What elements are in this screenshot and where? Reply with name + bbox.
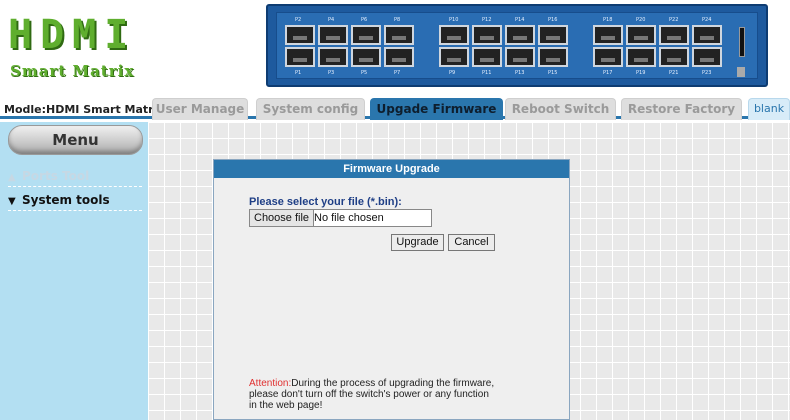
switch-port-p12: [472, 25, 502, 45]
triangle-down-icon: ▼: [8, 196, 16, 207]
sidebar-item-label: Ports Tool: [22, 169, 90, 183]
file-select-label: Please select your file (*.bin):: [249, 196, 402, 208]
switch-port-label: P7: [394, 70, 401, 76]
switch-port-p22: [659, 25, 689, 45]
file-input[interactable]: Choose file No file chosen: [249, 209, 432, 227]
switch-port-p13: [505, 47, 535, 67]
sidebar-item-label: System tools: [22, 193, 110, 207]
switch-port-label: P5: [361, 70, 368, 76]
switch-port-label: P14: [515, 17, 525, 23]
switch-port-label: P21: [669, 70, 679, 76]
logo: HDMI Smart Matrix: [0, 0, 152, 92]
switch-port-p19: [626, 47, 656, 67]
switch-port-label: P23: [702, 70, 712, 76]
switch-port-p15: [538, 47, 568, 67]
switch-port-p23: [692, 47, 722, 67]
tab-system-config[interactable]: System config: [256, 98, 365, 120]
switch-port-label: P10: [449, 17, 459, 23]
switch-panel-image: P2 P1 P4 P3 P6 P5 P8 P7 P10 P9 P12 P11 P14 P13 P16 P15 P…: [266, 4, 768, 87]
tab-reboot-switch[interactable]: Reboot Switch: [505, 98, 616, 120]
switch-port-label: P17: [603, 70, 613, 76]
switch-port-p8: [384, 25, 414, 45]
firmware-upgrade-dialog: Firmware Upgrade Please select your file…: [213, 159, 570, 420]
switch-port-label: P3: [328, 70, 335, 76]
switch-port-label: P12: [482, 17, 492, 23]
tab-upgrade-firmware[interactable]: Upgade Firmware: [370, 98, 503, 120]
header: HDMI Smart Matrix P2 P1 P4 P3 P6 P5 P8 P7 P10 P9 P…: [0, 0, 790, 92]
switch-port-p5: [351, 47, 381, 67]
led-indicator: [739, 27, 745, 57]
cancel-button[interactable]: Cancel: [448, 234, 495, 251]
menu-button[interactable]: Menu: [8, 125, 143, 155]
switch-port-label: P20: [636, 17, 646, 23]
attention-notice: Attention:During the process of upgradin…: [249, 378, 499, 411]
console-port-icon: [737, 67, 745, 77]
switch-port-p11: [472, 47, 502, 67]
switch-port-p6: [351, 25, 381, 45]
switch-port-p10: [439, 25, 469, 45]
switch-port-label: P18: [603, 17, 613, 23]
tab-blank[interactable]: blank: [748, 98, 790, 120]
switch-port-p1: [285, 47, 315, 67]
switch-port-label: P15: [548, 70, 558, 76]
switch-port-p2: [285, 25, 315, 45]
switch-port-p9: [439, 47, 469, 67]
switch-panel-face: P2 P1 P4 P3 P6 P5 P8 P7 P10 P9 P12 P11 P14 P13 P16 P15 P…: [276, 12, 758, 79]
switch-port-label: P8: [394, 17, 401, 23]
attention-label: Attention:: [249, 378, 292, 389]
switch-port-p3: [318, 47, 348, 67]
switch-port-p14: [505, 25, 535, 45]
switch-port-label: P19: [636, 70, 646, 76]
switch-port-label: P6: [361, 17, 368, 23]
dialog-title: Firmware Upgrade: [214, 160, 569, 178]
triangle-up-icon: ▲: [8, 172, 16, 183]
tab-bar: Modle:HDMI Smart Matrix User Manage Syst…: [0, 95, 790, 120]
switch-port-p7: [384, 47, 414, 67]
switch-port-label: P11: [482, 70, 492, 76]
model-label: Modle:HDMI Smart Matrix: [4, 103, 165, 116]
tab-restore-factory[interactable]: Restore Factory: [621, 98, 742, 120]
switch-port-label: P16: [548, 17, 558, 23]
sidebar-item-system-tools[interactable]: ▼ System tools: [8, 189, 142, 211]
switch-port-label: P9: [449, 70, 456, 76]
switch-port-p21: [659, 47, 689, 67]
switch-port-p4: [318, 25, 348, 45]
upgrade-button[interactable]: Upgrade: [391, 234, 444, 251]
switch-port-label: P24: [702, 17, 712, 23]
sidebar-item-ports-tool[interactable]: ▲ Ports Tool: [8, 165, 142, 187]
sidebar: Menu ▲ Ports Tool ▼ System tools: [0, 122, 148, 420]
choose-file-button[interactable]: Choose file: [250, 210, 315, 226]
switch-port-p17: [593, 47, 623, 67]
switch-port-p16: [538, 25, 568, 45]
logo-main-text: HDMI: [8, 12, 137, 58]
switch-port-label: P22: [669, 17, 679, 23]
logo-sub-text: Smart Matrix: [10, 62, 135, 80]
switch-port-p20: [626, 25, 656, 45]
switch-port-label: P1: [295, 70, 302, 76]
switch-port-p24: [692, 25, 722, 45]
switch-port-label: P2: [295, 17, 302, 23]
switch-port-label: P13: [515, 70, 525, 76]
tab-user-manage[interactable]: User Manage: [152, 98, 248, 120]
switch-port-label: P4: [328, 17, 335, 23]
switch-port-p18: [593, 25, 623, 45]
file-status-text: No file chosen: [314, 212, 384, 224]
